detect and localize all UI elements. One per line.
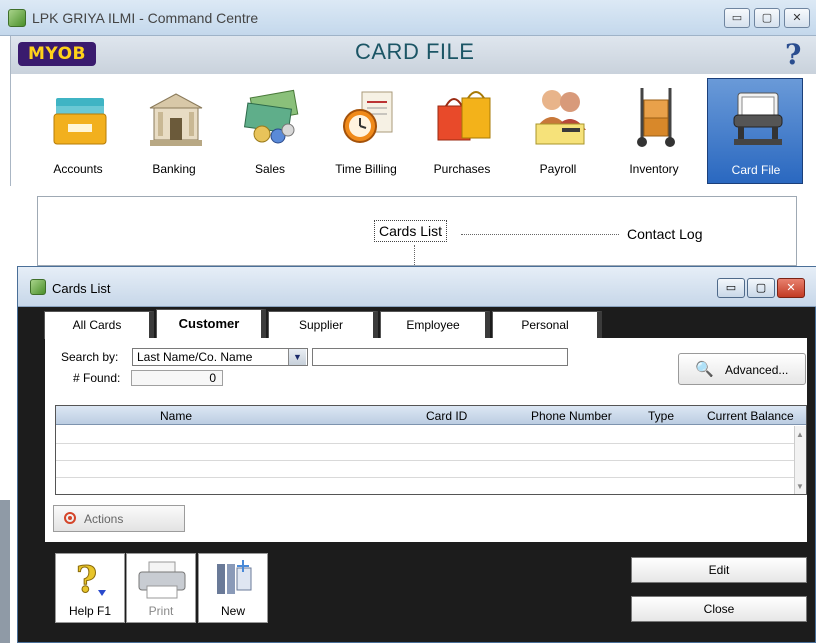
column-header-name[interactable]: Name [160, 409, 192, 423]
module-label: Accounts [53, 162, 103, 176]
new-button[interactable]: New [198, 553, 268, 623]
printer-icon [138, 561, 186, 599]
module-label: Banking [152, 162, 196, 176]
actions-icon [64, 512, 76, 524]
dialog-maximize-button[interactable]: ▢ [747, 278, 775, 298]
help-button-label: Help F1 [68, 604, 112, 618]
actions-label: Actions [84, 512, 124, 526]
column-header-current-balance[interactable]: Current Balance [707, 409, 794, 423]
module-label: Purchases [433, 162, 491, 176]
tab-supplier[interactable]: Supplier [268, 311, 378, 339]
contact-log-link[interactable]: Contact Log [627, 226, 703, 242]
app-icon [8, 9, 26, 27]
folder-icon [53, 98, 107, 145]
background-strip [0, 500, 10, 643]
module-label: Card File [731, 163, 781, 177]
hand-truck-icon [637, 88, 675, 147]
search-by-label: Search by: [61, 350, 119, 364]
chevron-down-icon[interactable]: ▼ [288, 349, 306, 365]
table-row[interactable] [56, 443, 794, 444]
help-button[interactable]: ? Help F1 [55, 553, 125, 623]
column-header-type[interactable]: Type [648, 409, 674, 423]
column-header-phone-number[interactable]: Phone Number [531, 409, 612, 423]
cards-list-link[interactable]: Cards List [374, 220, 448, 242]
search-icon: 🔍 [695, 361, 714, 378]
actions-button[interactable]: Actions [53, 505, 185, 532]
tab-customer[interactable]: Customer [156, 309, 266, 340]
dialog-app-icon [30, 279, 46, 295]
search-by-select[interactable]: Last Name/Co. Name [132, 348, 308, 366]
tab-employee[interactable]: Employee [380, 311, 490, 339]
tab-personal[interactable]: Personal [492, 311, 602, 339]
module-banking[interactable]: Banking [126, 78, 222, 184]
rolodex-icon [733, 92, 783, 145]
module-payroll[interactable]: Payroll [510, 78, 606, 184]
module-purchases[interactable]: Purchases [414, 78, 510, 184]
page-title: CARD FILE [355, 39, 475, 64]
module-card-file[interactable]: Card File [707, 78, 803, 184]
module-time-billing[interactable]: Time Billing [318, 78, 414, 184]
help-icon: ? [76, 559, 106, 602]
flow-connector-down [414, 245, 415, 267]
dialog-title: Cards List [52, 281, 111, 296]
scroll-up-icon[interactable]: ▲ [795, 430, 805, 439]
window-close-button[interactable]: ✕ [784, 8, 810, 28]
new-button-label: New [220, 604, 245, 618]
tab-all-cards[interactable]: All Cards [44, 311, 154, 339]
edit-button[interactable]: Edit [631, 557, 807, 583]
module-label: Inventory [629, 162, 679, 176]
scroll-down-icon[interactable]: ▼ [795, 482, 805, 491]
new-card-icon [217, 560, 252, 594]
dialog-titlebar [18, 267, 816, 307]
print-button-label: Print [148, 604, 174, 618]
module-label: Sales [254, 162, 286, 176]
myob-logo: MYOB [18, 42, 96, 66]
people-check-icon [535, 90, 586, 145]
found-label: # Found: [73, 371, 121, 385]
table-row[interactable] [56, 477, 794, 478]
window-minimize-button[interactable]: ▭ [724, 8, 750, 28]
svg-text:?: ? [76, 559, 97, 601]
module-sales[interactable]: Sales [222, 78, 318, 184]
shopping-bags-icon [437, 91, 491, 141]
window-title: LPK GRIYA ILMI - Command Centre [32, 10, 259, 26]
close-button[interactable]: Close [631, 596, 807, 622]
window-maximize-button[interactable]: ▢ [754, 8, 780, 28]
search-input[interactable] [312, 348, 568, 366]
found-count: 0 [131, 370, 223, 386]
module-label: Payroll [539, 162, 577, 176]
column-header-card-id[interactable]: Card ID [426, 409, 467, 423]
dialog-minimize-button[interactable]: ▭ [717, 278, 745, 298]
help-question-icon[interactable]: ? [785, 38, 815, 71]
table-row[interactable] [56, 460, 794, 461]
print-button[interactable]: Print [126, 553, 196, 623]
bank-icon [149, 93, 203, 146]
advanced-search-button[interactable]: 🔍 Advanced... [678, 353, 806, 385]
module-inventory[interactable]: Inventory [606, 78, 702, 184]
money-icon [244, 89, 299, 144]
clock-invoice-icon [343, 91, 393, 143]
advanced-button-label: Advanced... [725, 363, 789, 377]
module-accounts[interactable]: Accounts [30, 78, 126, 184]
dialog-close-button[interactable]: ✕ [777, 278, 805, 298]
flow-connector [461, 234, 619, 235]
module-label: Time Billing [335, 162, 397, 176]
